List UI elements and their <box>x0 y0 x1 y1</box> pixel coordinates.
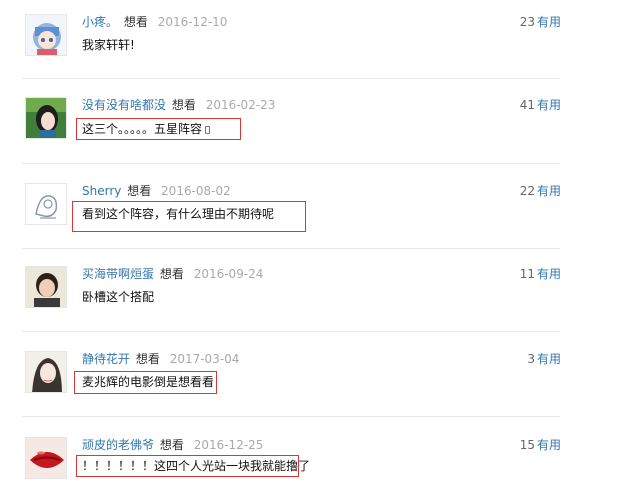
comment-item: Sherry 想看 2016-08-02 22 有用 看到这个阵容，有什么理由不期… <box>0 168 640 252</box>
comment-item: 顽皮的老佛爷 想看 2016-12-25 15 有用 ！！！！！！这四个人光站一块… <box>0 420 640 504</box>
comment-item: 买海带啊烜蛋 想看 2016-09-24 11 有用 卧槽这个搭配 <box>0 252 640 336</box>
comment-item: 小疼。 想看 2016-12-10 23 有用 我家轩轩! <box>0 0 640 84</box>
vote-useful-label[interactable]: 有用 <box>537 98 561 112</box>
username-link[interactable]: 没有没有啥都没 <box>82 98 166 112</box>
comment-text: 麦兆辉的电影倒是想看看 <box>82 375 215 389</box>
watch-status: 想看 <box>159 438 184 452</box>
vote-count: 11 <box>519 267 535 281</box>
vote-count: 41 <box>519 98 535 112</box>
user-avatar[interactable] <box>25 437 67 479</box>
comment-divider <box>22 78 560 79</box>
comment-text-content: 这三个。。。。。五星阵容 <box>82 122 203 136</box>
comment-date: 2016-12-10 <box>157 15 228 29</box>
comment-text: ！！！！！！这四个人光站一块我就能撸了 <box>82 459 311 473</box>
vote-useful-label[interactable]: 有用 <box>537 15 561 29</box>
username-link[interactable]: 买海带啊烜蛋 <box>82 267 154 281</box>
username-link[interactable]: Sherry <box>82 184 121 198</box>
vote-useful[interactable]: 11 有用 <box>520 266 561 282</box>
vote-useful[interactable]: 22 有用 <box>520 183 561 199</box>
comment-divider <box>22 248 560 249</box>
user-avatar[interactable] <box>25 266 67 308</box>
vote-count: 15 <box>519 438 535 452</box>
watch-status: 想看 <box>123 15 148 29</box>
username-link[interactable]: 小疼。 <box>82 15 118 29</box>
vote-count: 22 <box>519 184 535 198</box>
vote-count: 23 <box>519 15 535 29</box>
user-avatar[interactable] <box>25 97 67 139</box>
comment-meta: 顽皮的老佛爷 想看 2016-12-25 <box>82 437 263 453</box>
vote-useful-label[interactable]: 有用 <box>537 352 561 366</box>
comment-divider <box>22 416 560 417</box>
mobile-phone-icon <box>205 126 211 134</box>
vote-useful[interactable]: 41 有用 <box>520 97 561 113</box>
comment-divider <box>22 163 560 164</box>
comment-divider <box>22 331 560 332</box>
vote-count: 3 <box>527 352 535 366</box>
watch-status: 想看 <box>171 98 196 112</box>
user-avatar[interactable] <box>25 14 67 56</box>
comment-meta: 买海带啊烜蛋 想看 2016-09-24 <box>82 266 263 282</box>
vote-useful[interactable]: 3 有用 <box>527 351 561 367</box>
user-avatar[interactable] <box>25 183 67 225</box>
username-link[interactable]: 顽皮的老佛爷 <box>82 438 154 452</box>
watch-status: 想看 <box>127 184 152 198</box>
comment-meta: 没有没有啥都没 想看 2016-02-23 <box>82 97 275 113</box>
comment-meta: Sherry 想看 2016-08-02 <box>82 183 231 199</box>
comment-date: 2016-09-24 <box>193 267 264 281</box>
vote-useful[interactable]: 23 有用 <box>520 14 561 30</box>
watch-status: 想看 <box>135 352 160 366</box>
vote-useful-label[interactable]: 有用 <box>537 267 561 281</box>
vote-useful-label[interactable]: 有用 <box>537 438 561 452</box>
comment-date: 2016-02-23 <box>205 98 276 112</box>
comment-item: 静待花开 想看 2017-03-04 3 有用 麦兆辉的电影倒是想看看 <box>0 336 640 420</box>
comment-item: 没有没有啥都没 想看 2016-02-23 41 有用 这三个。。。。。五星阵容 <box>0 84 640 168</box>
comment-text: 看到这个阵容，有什么理由不期待呢 <box>82 207 275 221</box>
comment-meta: 小疼。 想看 2016-12-10 <box>82 14 227 30</box>
username-link[interactable]: 静待花开 <box>82 352 130 366</box>
watch-status: 想看 <box>159 267 184 281</box>
comment-text: 卧槽这个搭配 <box>82 290 155 304</box>
vote-useful-label[interactable]: 有用 <box>537 184 561 198</box>
comment-date: 2016-12-25 <box>193 438 264 452</box>
comment-date: 2017-03-04 <box>169 352 240 366</box>
comment-text: 我家轩轩! <box>82 38 135 52</box>
user-avatar[interactable] <box>25 351 67 393</box>
comment-date: 2016-08-02 <box>161 184 231 198</box>
comment-text: 这三个。。。。。五星阵容 <box>82 120 211 138</box>
vote-useful[interactable]: 15 有用 <box>520 437 561 453</box>
comment-meta: 静待花开 想看 2017-03-04 <box>82 351 239 367</box>
